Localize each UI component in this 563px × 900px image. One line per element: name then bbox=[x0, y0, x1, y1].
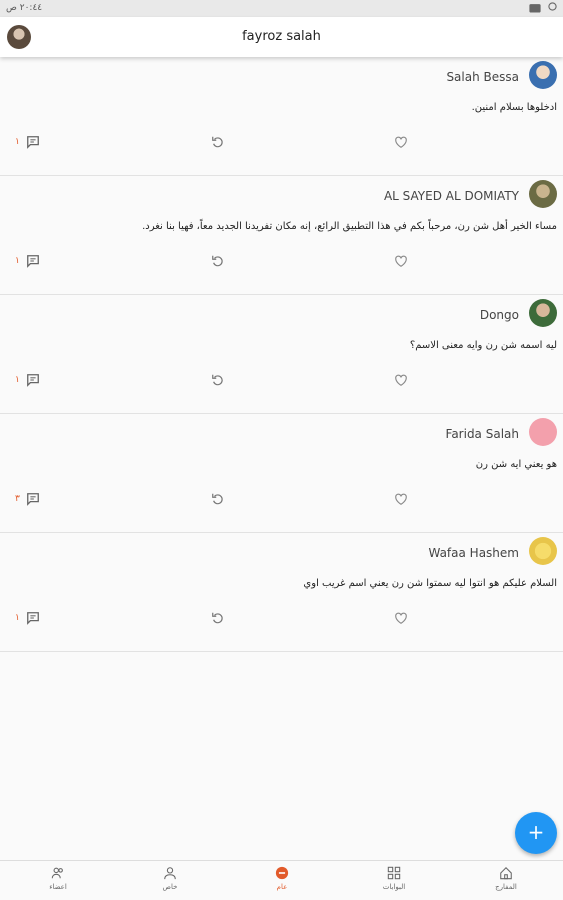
feed-list: Salah Bessa ادخلوها بسلام امنين. ١ AL SA… bbox=[0, 57, 563, 652]
nav-item-members[interactable]: اعضاء bbox=[18, 866, 98, 891]
nav-label: عام bbox=[276, 883, 288, 891]
author-name[interactable]: Dongo bbox=[480, 308, 519, 322]
post-text: مساء الخير أهل شن رن، مرحباً بكم في هذا … bbox=[142, 221, 557, 232]
comment-count: ١ bbox=[15, 613, 20, 623]
post-card[interactable]: Wafaa Hashem السلام عليكم هو انتوا ليه س… bbox=[0, 533, 563, 652]
author-name[interactable]: Farida Salah bbox=[446, 427, 519, 441]
post-text: ادخلوها بسلام امنين. bbox=[471, 102, 557, 113]
message-icon bbox=[529, 4, 541, 13]
nav-item-public[interactable]: عام bbox=[242, 866, 322, 891]
heart-icon bbox=[395, 255, 407, 267]
comment-count: ١ bbox=[15, 256, 20, 266]
like-button[interactable] bbox=[394, 135, 408, 149]
author-name[interactable]: Wafaa Hashem bbox=[428, 546, 519, 560]
comment-icon bbox=[26, 136, 39, 149]
repost-icon bbox=[212, 374, 223, 386]
app-header: fayroz salah bbox=[0, 17, 563, 57]
repost-icon bbox=[212, 612, 223, 624]
repost-icon bbox=[212, 136, 223, 148]
repost-icon bbox=[212, 493, 223, 505]
home-icon bbox=[500, 867, 512, 880]
whatsapp-icon bbox=[548, 2, 557, 11]
profile-icon bbox=[164, 867, 176, 880]
repost-button[interactable] bbox=[211, 135, 225, 149]
repost-button[interactable] bbox=[211, 254, 225, 268]
nav-label: المفارج bbox=[495, 883, 517, 891]
nav-item-private[interactable]: خاص bbox=[130, 866, 210, 891]
comment-button[interactable]: ١ bbox=[15, 611, 40, 625]
post-card[interactable]: Dongo ليه اسمه شن رن وايه معنى الاسم؟ ١ bbox=[0, 295, 563, 414]
nav-item-home[interactable]: المفارج bbox=[466, 866, 546, 891]
post-card[interactable]: Farida Salah هو يعني ايه شن رن ٣ bbox=[0, 414, 563, 533]
repost-icon bbox=[212, 255, 223, 267]
author-name[interactable]: Salah Bessa bbox=[446, 70, 519, 84]
repost-button[interactable] bbox=[211, 611, 225, 625]
post-text: السلام عليكم هو انتوا ليه سمتوا شن رن يع… bbox=[303, 578, 557, 589]
author-name[interactable]: AL SAYED AL DOMIATY bbox=[384, 189, 519, 203]
heart-icon bbox=[395, 136, 407, 148]
nav-label: خاص bbox=[162, 883, 178, 891]
like-button[interactable] bbox=[394, 254, 408, 268]
author-avatar[interactable] bbox=[529, 180, 557, 208]
comment-icon bbox=[26, 374, 39, 387]
comment-button[interactable]: ١ bbox=[15, 135, 40, 149]
comment-count: ١ bbox=[15, 375, 20, 385]
status-time: ٢٠:٤٤ ص bbox=[6, 3, 43, 13]
repost-button[interactable] bbox=[211, 492, 225, 506]
author-avatar[interactable] bbox=[529, 61, 557, 89]
page-title: fayroz salah bbox=[242, 29, 321, 44]
heart-icon bbox=[395, 612, 407, 624]
members-icon bbox=[51, 867, 63, 879]
comment-button[interactable]: ١ bbox=[15, 254, 40, 268]
post-text: هو يعني ايه شن رن bbox=[475, 459, 557, 470]
nav-item-portals[interactable]: البوابات bbox=[354, 866, 434, 891]
like-button[interactable] bbox=[394, 611, 408, 625]
repost-button[interactable] bbox=[211, 373, 225, 387]
comment-count: ٣ bbox=[15, 494, 20, 504]
status-bar: ٢٠:٤٤ ص bbox=[0, 0, 563, 17]
post-text: ليه اسمه شن رن وايه معنى الاسم؟ bbox=[409, 340, 557, 351]
comment-button[interactable]: ١ bbox=[15, 373, 40, 387]
author-avatar[interactable] bbox=[529, 418, 557, 446]
comment-button[interactable]: ٣ bbox=[15, 492, 40, 506]
author-avatar[interactable] bbox=[529, 299, 557, 327]
bottom-nav: اعضاء خاص عام البوابات المفارج bbox=[0, 860, 563, 900]
nav-label: البوابات bbox=[382, 883, 406, 891]
heart-icon bbox=[395, 374, 407, 386]
post-card[interactable]: AL SAYED AL DOMIATY مساء الخير أهل شن رن… bbox=[0, 176, 563, 295]
author-avatar[interactable] bbox=[529, 537, 557, 565]
add-post-button[interactable]: + bbox=[515, 812, 557, 854]
comment-icon bbox=[26, 255, 39, 268]
grid-icon bbox=[387, 866, 401, 880]
like-button[interactable] bbox=[394, 373, 408, 387]
status-icons bbox=[528, 2, 557, 16]
post-card[interactable]: Salah Bessa ادخلوها بسلام امنين. ١ bbox=[0, 57, 563, 176]
comment-icon bbox=[26, 493, 39, 506]
comment-icon bbox=[26, 612, 39, 625]
nav-label: اعضاء bbox=[49, 883, 67, 891]
heart-icon bbox=[395, 493, 407, 505]
comment-count: ١ bbox=[15, 137, 20, 147]
like-button[interactable] bbox=[394, 492, 408, 506]
public-icon bbox=[275, 866, 289, 880]
